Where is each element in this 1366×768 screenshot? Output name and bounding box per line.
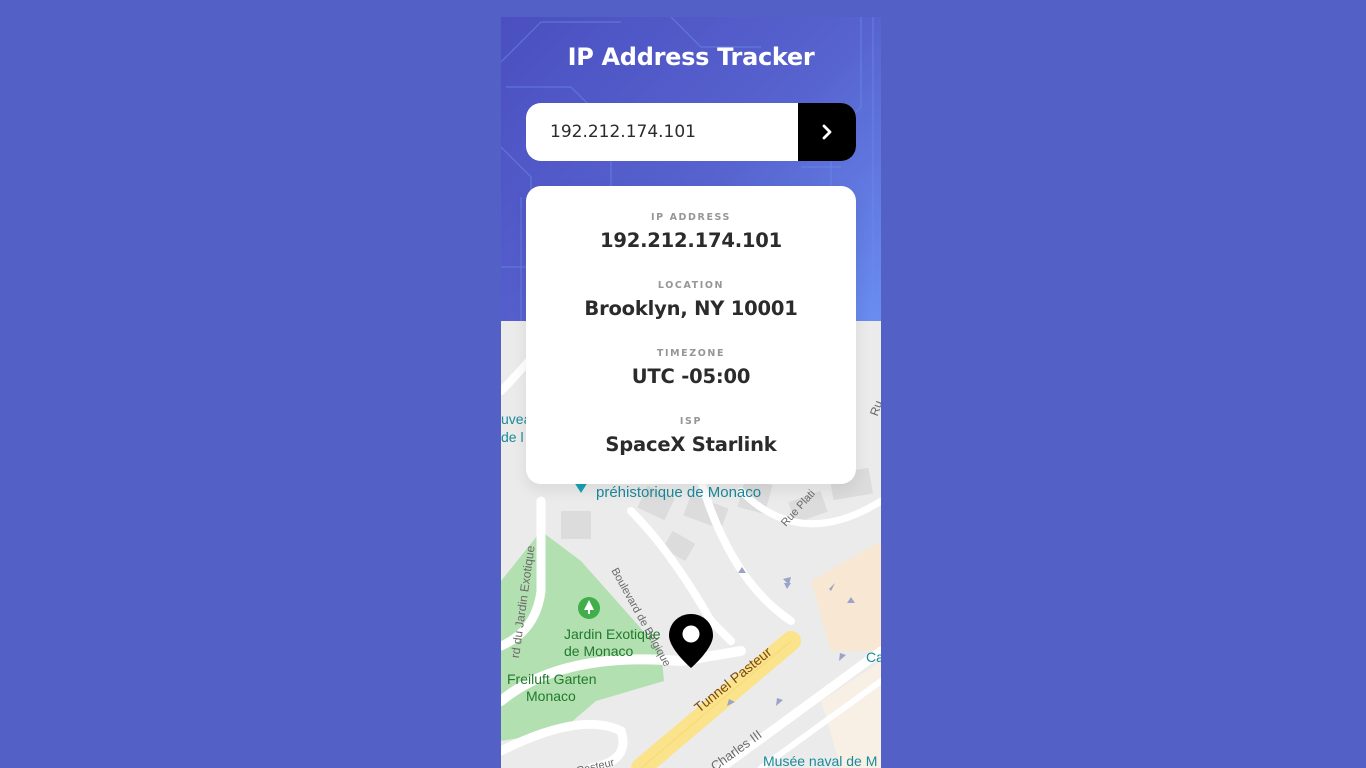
- map-label-freiluft-1: Freiluft Garten: [507, 671, 597, 687]
- location-pin-icon[interactable]: [668, 613, 714, 669]
- map-label-freiluft-2: Monaco: [526, 688, 576, 704]
- isp-label: ISP: [679, 416, 703, 427]
- map-label-jardin-1: Jardin Exotique: [564, 626, 661, 642]
- search-submit-button[interactable]: [798, 103, 856, 161]
- search-bar: [526, 103, 856, 161]
- map-label-ca: Ca: [866, 649, 881, 665]
- map-label-jardin-2: de Monaco: [564, 643, 634, 659]
- page-title: IP Address Tracker: [567, 43, 815, 71]
- timezone-value: UTC -05:00: [631, 365, 751, 388]
- ip-address-section: IP ADDRESS 192.212.174.101: [526, 212, 856, 252]
- map-label-nouveau-2: de l: [501, 429, 524, 445]
- location-value: Brooklyn, NY 10001: [584, 297, 798, 320]
- ip-address-value: 192.212.174.101: [599, 229, 783, 252]
- isp-section: ISP SpaceX Starlink: [526, 416, 856, 456]
- map-label-museum: préhistorique de Monaco: [596, 484, 762, 501]
- park-tree-icon: [578, 597, 600, 619]
- timezone-section: TIMEZONE UTC -05:00: [526, 348, 856, 388]
- location-section: LOCATION Brooklyn, NY 10001: [526, 280, 856, 320]
- location-label: LOCATION: [657, 280, 725, 291]
- ip-info-card: IP ADDRESS 192.212.174.101 LOCATION Broo…: [526, 186, 856, 484]
- ip-address-label: IP ADDRESS: [651, 212, 731, 223]
- timezone-label: TIMEZONE: [656, 348, 726, 359]
- chevron-right-icon: [822, 124, 832, 140]
- app-container: IP Address Tracker 192.212.174.101 préhi…: [501, 17, 881, 768]
- ip-search-input[interactable]: [526, 103, 798, 161]
- map-label-naval: Musée naval de M: [763, 753, 878, 768]
- isp-value: SpaceX Starlink: [605, 433, 777, 456]
